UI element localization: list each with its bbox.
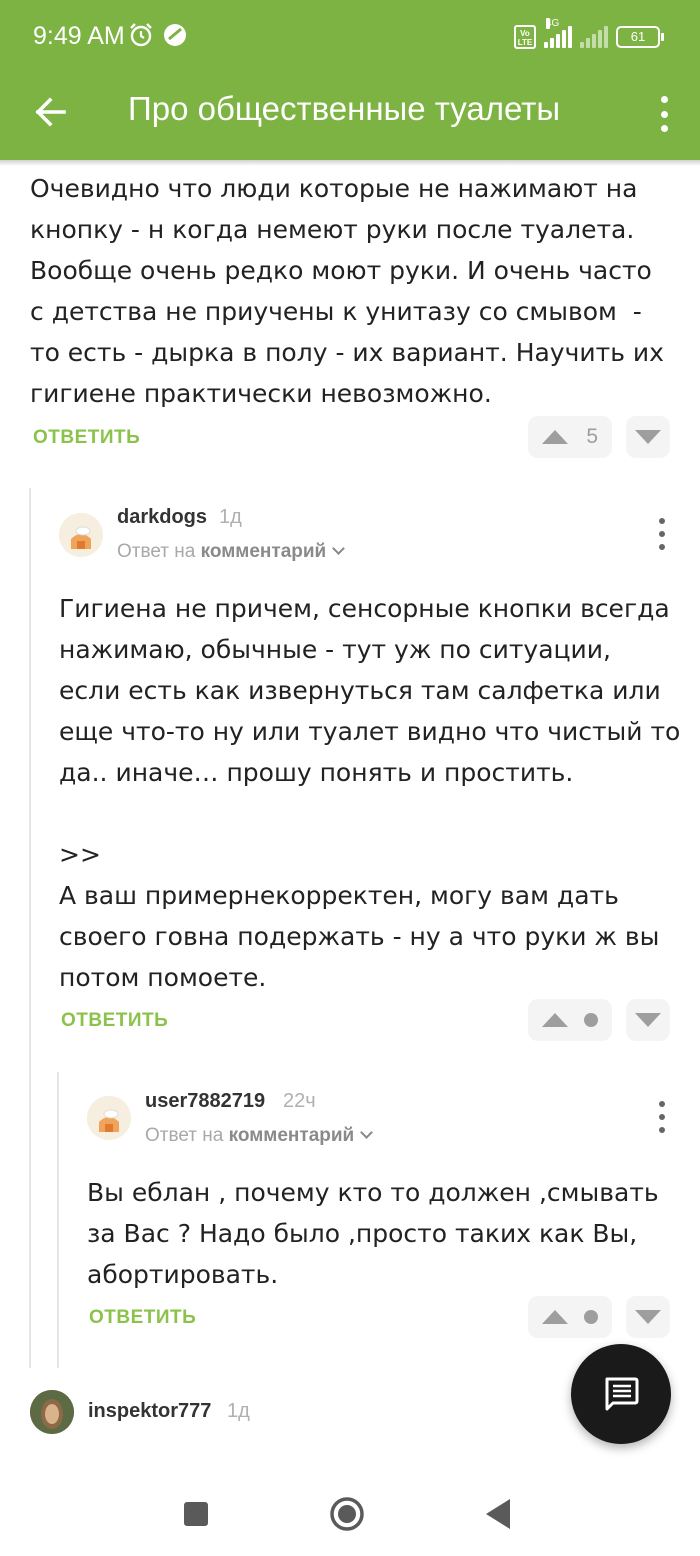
comment-more-icon[interactable] [656, 518, 668, 550]
downvote-button[interactable] [626, 416, 670, 458]
reply-to-prefix: Ответ на [145, 1125, 224, 1146]
status-time: 9:49 AM [33, 22, 125, 50]
top-bar: 9:49 AM Vo LTE 4G 61 Про общественные ту… [0, 0, 700, 160]
arrow-back-icon[interactable] [30, 92, 70, 132]
network-type: 4G [546, 18, 560, 29]
page-title: Про общественные туалеты [128, 90, 561, 127]
battery-icon: 61 [616, 26, 664, 48]
chevron-down-icon [332, 542, 346, 555]
downvote-icon [635, 430, 661, 444]
vote-score-hidden [584, 1310, 598, 1324]
comment-time: 1д [219, 506, 242, 528]
reply-button[interactable]: ОТВЕТИТЬ [61, 1010, 168, 1032]
downvote-icon [635, 1013, 661, 1027]
comment-author[interactable]: darkdogs [117, 506, 207, 529]
upvote-icon[interactable] [542, 430, 568, 444]
chevron-down-icon [360, 1126, 374, 1139]
avatar-image [59, 513, 103, 557]
alarm-icon [130, 23, 152, 47]
avatar[interactable] [59, 513, 103, 557]
comment-time: 22ч [283, 1090, 316, 1112]
downvote-icon [635, 1310, 661, 1324]
upvote-icon[interactable] [542, 1013, 568, 1027]
vote-up-group [528, 999, 612, 1041]
vote-up-group [528, 1296, 612, 1338]
downvote-button[interactable] [626, 1296, 670, 1338]
comment-time: 1д [227, 1400, 250, 1422]
system-nav-bar [0, 1466, 700, 1556]
comment-text: Вы еблан , почему кто то должен ,смывать… [87, 1178, 659, 1289]
avatar[interactable] [87, 1096, 131, 1140]
reply-to-prefix: Ответ на [117, 541, 196, 562]
avatar-image [87, 1096, 131, 1140]
reply-to-target: комментарий [200, 541, 327, 562]
signal-icon: 4G [544, 18, 572, 48]
reply-button[interactable]: ОТВЕТИТЬ [89, 1307, 196, 1329]
comment-author[interactable]: user7882719 [145, 1090, 265, 1113]
vote-score-hidden [584, 1013, 598, 1027]
thread-line-nested [57, 1072, 59, 1368]
comment-fab-button[interactable] [571, 1344, 671, 1444]
signal-icon-sim2 [580, 26, 608, 48]
comment-text: Очевидно что люди которые не нажимают на… [30, 174, 664, 408]
comment-author[interactable]: inspektor777 [88, 1400, 211, 1423]
vpn-icon [164, 24, 186, 46]
thread-line [29, 488, 31, 1368]
reply-to-link[interactable]: Ответ на комментарий [117, 541, 346, 563]
home-circle-icon[interactable] [327, 1494, 367, 1534]
app-bar: Про общественные туалеты [0, 72, 700, 160]
avatar[interactable] [30, 1390, 74, 1434]
status-right: Vo LTE 4G 61 [514, 18, 664, 52]
recents-square-icon[interactable] [176, 1494, 216, 1534]
avatar-image [30, 1390, 74, 1434]
volte-icon: Vo LTE [514, 25, 536, 49]
comment-text: Гигиена не причем, сенсорные кнопки всег… [59, 594, 681, 992]
status-bar: 9:49 AM Vo LTE 4G 61 [0, 0, 700, 72]
downvote-button[interactable] [626, 999, 670, 1041]
app-bar-shadow [0, 160, 700, 166]
more-vert-icon[interactable] [656, 92, 672, 136]
comment-more-icon[interactable] [656, 1101, 668, 1133]
reply-button[interactable]: ОТВЕТИТЬ [33, 427, 140, 449]
vote-up-group: 5 [528, 416, 612, 458]
vote-score: 5 [586, 425, 598, 448]
comment-icon [605, 1377, 639, 1411]
upvote-icon[interactable] [542, 1310, 568, 1324]
reply-to-link[interactable]: Ответ на комментарий [145, 1125, 374, 1147]
reply-to-target: комментарий [228, 1125, 355, 1146]
back-triangle-icon[interactable] [480, 1494, 520, 1534]
